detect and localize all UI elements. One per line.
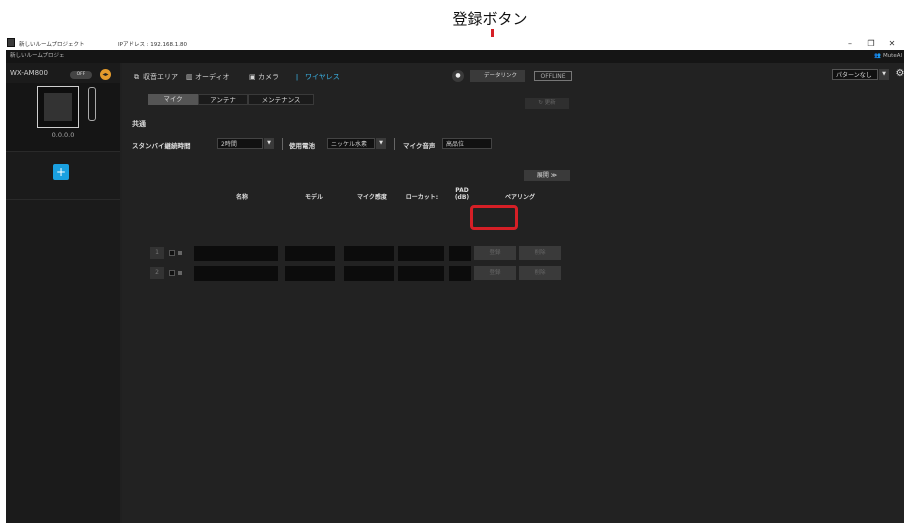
battery-select[interactable]: ニッケル水素	[327, 138, 375, 149]
tab-audio[interactable]: ▥ オーディオ	[186, 72, 230, 82]
standby-select[interactable]: 2時間	[217, 138, 263, 149]
register-button[interactable]: 登録	[474, 246, 516, 260]
divider	[282, 138, 283, 150]
brand-logo: 👥 MuteAl	[874, 50, 902, 63]
row-number: 2	[150, 267, 164, 279]
table-row: 1 登録 削除	[122, 245, 904, 262]
mic-audio-select[interactable]: 高品位	[442, 138, 492, 149]
device-card[interactable]: 0.0.0.0	[6, 83, 120, 152]
camera-icon: ▣	[249, 73, 256, 81]
standby-label: スタンバイ継続時間	[132, 142, 191, 150]
sensitivity-cell[interactable]	[344, 246, 394, 261]
row-color-dropdown[interactable]	[178, 271, 182, 275]
restore-button[interactable]: ❐	[861, 37, 881, 50]
row-color-dropdown[interactable]	[178, 251, 182, 255]
tab-area-label: 収音エリア	[143, 73, 178, 81]
tab-wireless-label: ワイヤレス	[305, 73, 340, 81]
tab-camera-label: カメラ	[258, 73, 279, 81]
mic-audio-label: マイク音声	[403, 142, 436, 150]
refresh-button[interactable]: ↻ 更新	[525, 98, 569, 109]
tab-audio-label: オーディオ	[195, 73, 230, 81]
chevron-down-icon[interactable]: ▼	[879, 69, 889, 80]
device-name: WX-AM800	[10, 69, 48, 77]
add-device-area: +	[6, 153, 120, 200]
common-heading: 共通	[132, 120, 146, 128]
menu-bar: 新しいルームプロジェ 👥 MuteAl	[6, 50, 904, 63]
app-window: 新しいルームプロジェクト IPアドレス : 192.168.1.80 – ❐ ✕…	[6, 37, 904, 523]
close-button[interactable]: ✕	[882, 37, 902, 50]
device-panel: WX-AM800 OFF ◂▸ 0.0.0.0 +	[6, 63, 120, 523]
column-pad: PAD (dB)	[454, 187, 470, 201]
main-panel: ⧉ 収音エリア ▥ オーディオ ▣ カメラ ǀ ワイヤレス ● データリンク OFFLI…	[122, 63, 904, 523]
callout-label: 登録ボタン	[452, 10, 528, 28]
audio-icon: ▥	[186, 73, 193, 81]
divider	[394, 138, 395, 150]
offline-badge: OFFLINE	[534, 71, 572, 81]
title-bar: 新しいルームプロジェクト IPアドレス : 192.168.1.80 – ❐ ✕	[6, 37, 904, 50]
row-color-swatch[interactable]	[169, 250, 175, 256]
column-sensitivity: マイク感度	[357, 194, 387, 201]
refresh-icon: ↻	[538, 100, 543, 106]
chevron-down-icon[interactable]: ▼	[376, 138, 386, 149]
app-icon	[7, 38, 15, 47]
device-image	[37, 86, 79, 128]
row-color-swatch[interactable]	[169, 270, 175, 276]
brand-name: MuteAl	[882, 53, 902, 59]
name-cell[interactable]	[194, 266, 278, 281]
register-button[interactable]: 登録	[474, 266, 516, 280]
link-icon[interactable]: ◂▸	[100, 69, 111, 80]
users-icon: 👥	[874, 53, 882, 59]
refresh-label: 更新	[544, 100, 556, 106]
gear-icon[interactable]: ⚙	[894, 68, 904, 80]
pad-cell[interactable]	[449, 246, 471, 261]
column-pairing: ペアリング	[504, 194, 535, 201]
datalink-label: データリンク	[484, 73, 518, 79]
name-cell[interactable]	[194, 246, 278, 261]
project-tab[interactable]: 新しいルームプロジェ	[6, 50, 69, 63]
tab-camera[interactable]: ▣ カメラ	[249, 72, 279, 82]
expand-button[interactable]: 展開 ≫	[524, 170, 570, 181]
ip-address-label: IPアドレス : 192.168.1.80	[118, 42, 188, 48]
pattern-select[interactable]: パターンなし	[832, 69, 878, 80]
minimize-button[interactable]: –	[840, 37, 860, 50]
power-toggle[interactable]: OFF	[70, 71, 92, 79]
model-cell	[285, 266, 335, 281]
tab-area[interactable]: ⧉ 収音エリア	[134, 72, 178, 82]
column-name: 名称	[235, 194, 248, 201]
datalink-button[interactable]: データリンク	[470, 70, 525, 82]
microphone-icon	[88, 87, 96, 121]
table-row: 2 登録 削除	[122, 265, 904, 282]
row-number: 1	[150, 247, 164, 259]
lowcut-cell[interactable]	[398, 266, 444, 281]
model-cell	[285, 246, 335, 261]
sensitivity-cell[interactable]	[344, 266, 394, 281]
callout-highlight	[470, 205, 518, 230]
battery-label: 使用電池	[289, 142, 315, 150]
pad-cell[interactable]	[449, 266, 471, 281]
column-model: モデル	[304, 194, 323, 201]
mic-button[interactable]: ●	[452, 70, 464, 82]
tab-wireless[interactable]: ǀ ワイヤレス	[296, 72, 340, 82]
chevron-down-icon[interactable]: ▼	[264, 138, 274, 149]
device-image-inner	[44, 93, 72, 121]
window-title: 新しいルームプロジェクト	[19, 42, 85, 48]
device-ip: 0.0.0.0	[51, 131, 75, 139]
column-lowcut: ローカット:	[405, 194, 439, 201]
delete-button[interactable]: 削除	[519, 266, 561, 280]
wireless-icon: ǀ	[296, 73, 299, 81]
subtab-antenna[interactable]: アンテナ	[198, 94, 248, 105]
subtab-maintenance[interactable]: メンテナンス	[248, 94, 314, 105]
subtab-mic[interactable]: マイク	[148, 94, 198, 105]
area-icon: ⧉	[134, 73, 139, 81]
lowcut-cell[interactable]	[398, 246, 444, 261]
add-device-button[interactable]: +	[53, 164, 69, 180]
delete-button[interactable]: 削除	[519, 246, 561, 260]
